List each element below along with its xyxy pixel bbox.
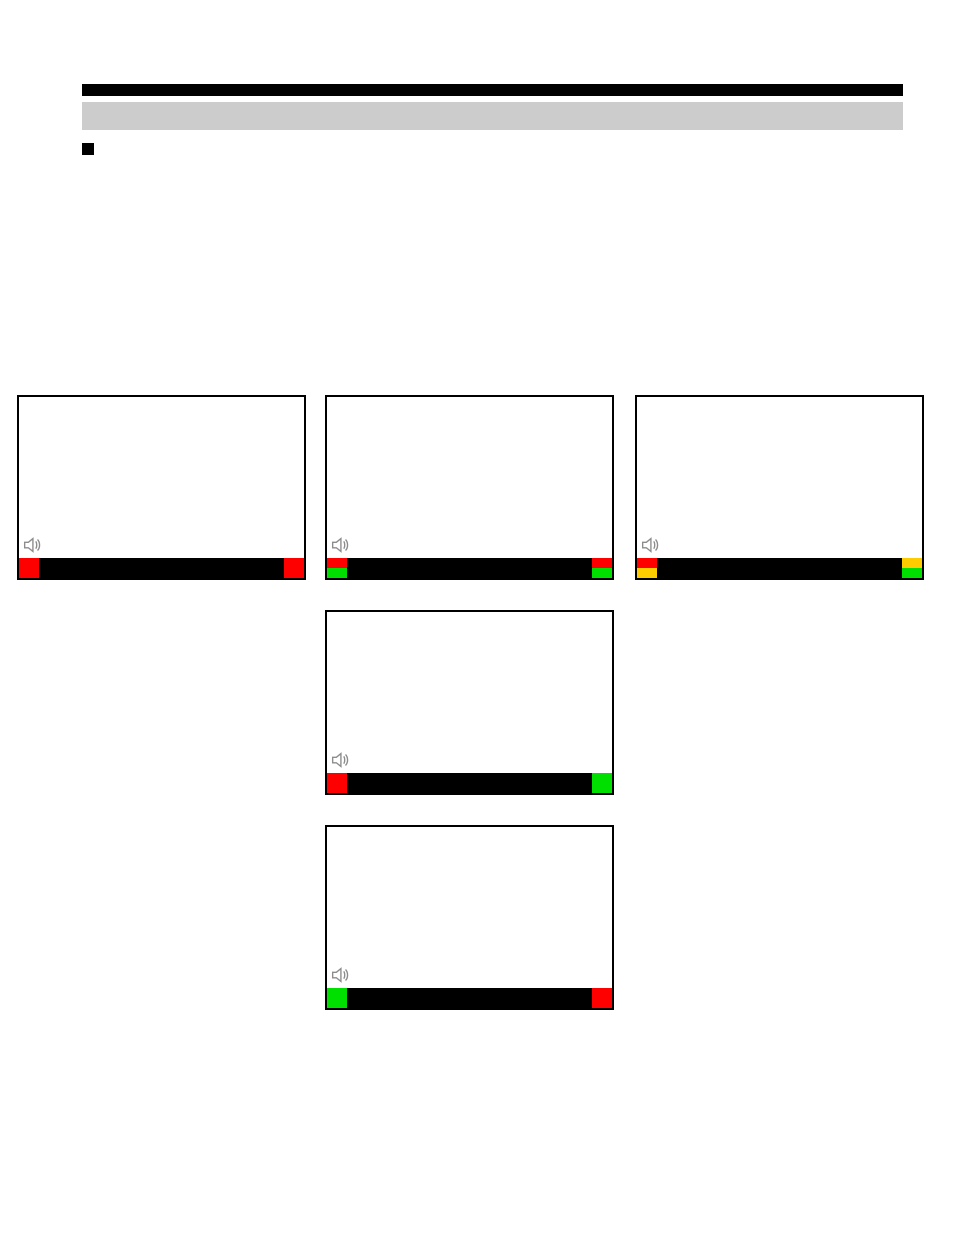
panel-5-cap-right xyxy=(592,988,612,1008)
panel-4-cap-right xyxy=(592,773,612,793)
panel-1-cap-right xyxy=(284,558,304,578)
panel-1 xyxy=(17,395,306,580)
panel-4-cap-left xyxy=(327,773,347,793)
square-bullet-icon xyxy=(82,143,94,155)
panel-1-cap-left xyxy=(19,558,39,578)
panel-3-cap-left xyxy=(637,558,657,578)
speaker-icon xyxy=(329,749,351,771)
gray-band xyxy=(82,102,903,130)
panels-grid xyxy=(82,395,903,1015)
bullet-row xyxy=(82,140,903,155)
panel-5 xyxy=(325,825,614,1010)
panel-2-strip xyxy=(327,558,612,578)
speaker-icon xyxy=(21,534,43,556)
panel-1-strip xyxy=(19,558,304,578)
panel-5-strip xyxy=(327,988,612,1008)
panel-2 xyxy=(325,395,614,580)
speaker-icon xyxy=(329,534,351,556)
panel-4-strip xyxy=(327,773,612,793)
panel-2-cap-right xyxy=(592,558,612,578)
page-content xyxy=(82,78,903,1015)
panel-5-cap-left xyxy=(327,988,347,1008)
panel-3-strip xyxy=(637,558,922,578)
panel-3-cap-right xyxy=(902,558,922,578)
panel-2-cap-left xyxy=(327,558,347,578)
divider-top xyxy=(82,84,903,96)
panel-3 xyxy=(635,395,924,580)
speaker-icon xyxy=(639,534,661,556)
panel-4 xyxy=(325,610,614,795)
speaker-icon xyxy=(329,964,351,986)
